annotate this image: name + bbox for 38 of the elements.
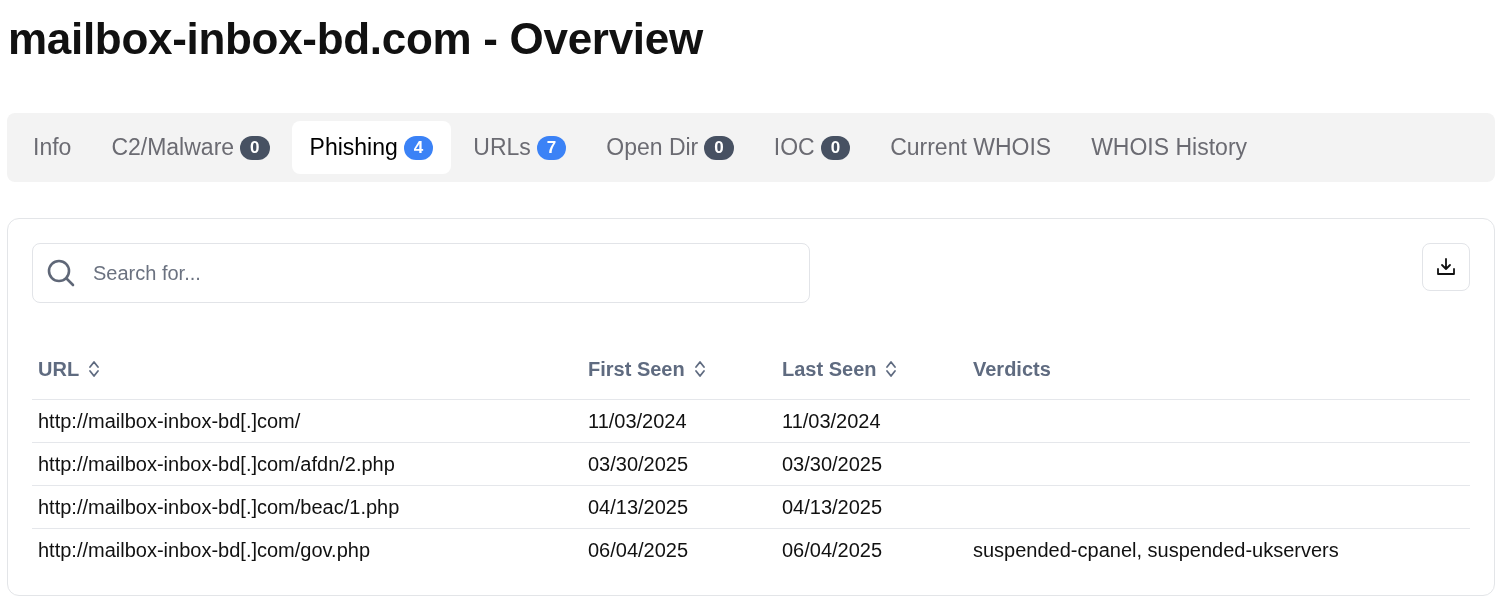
column-header[interactable]: Last Seen [782,357,899,381]
tab[interactable]: C2/Malware 0 [93,121,288,174]
tab[interactable]: URLs 7 [455,121,585,174]
table-cell: 04/13/2025 [588,495,689,518]
table-cell: suspended-cpanel, suspended-ukservers [973,538,1339,561]
tab[interactable]: WHOIS History [1073,121,1266,174]
table-cell: http://mailbox-inbox-bd[.]com/gov.php [38,538,371,561]
sort-icon [884,359,899,379]
tab[interactable]: Open Dir 0 [588,121,752,174]
table-cell: 06/04/2025 [782,538,883,561]
table-cell: 03/30/2025 [782,452,883,475]
table-cell: 11/03/2024 [782,409,881,432]
count-badge: 0 [820,135,851,160]
column-header[interactable]: URL [38,357,102,381]
download-button[interactable] [1422,243,1470,291]
page-title: mailbox-inbox-bd.com - Overview [7,13,705,65]
table-cell: 06/04/2025 [588,538,689,561]
tab[interactable]: IOC 0 [755,121,869,174]
tab[interactable]: Info [15,121,90,174]
count-badge: 7 [536,135,567,160]
search-field[interactable]: Search for... [32,243,810,303]
table-cell: 04/13/2025 [782,495,883,518]
tab[interactable]: Phishing 4 [291,121,452,174]
table-cell: 03/30/2025 [588,452,689,475]
tab[interactable]: Current WHOIS [872,121,1070,174]
table-cell: 11/03/2024 [588,409,687,432]
table-cell: http://mailbox-inbox-bd[.]com/beac/1.php [38,495,400,518]
column-header[interactable]: First Seen [588,357,707,381]
count-badge: 0 [240,135,270,160]
count-badge: 0 [704,135,734,160]
sort-icon [692,359,707,379]
download-icon [1436,257,1456,277]
count-badge: 4 [403,135,434,160]
column-header: Verdicts [973,357,1051,381]
table-cell: http://mailbox-inbox-bd[.]com/ [38,409,301,432]
table-cell: http://mailbox-inbox-bd[.]com/afdn/2.php [38,452,395,475]
sort-icon [87,359,102,379]
search-icon [45,257,77,289]
